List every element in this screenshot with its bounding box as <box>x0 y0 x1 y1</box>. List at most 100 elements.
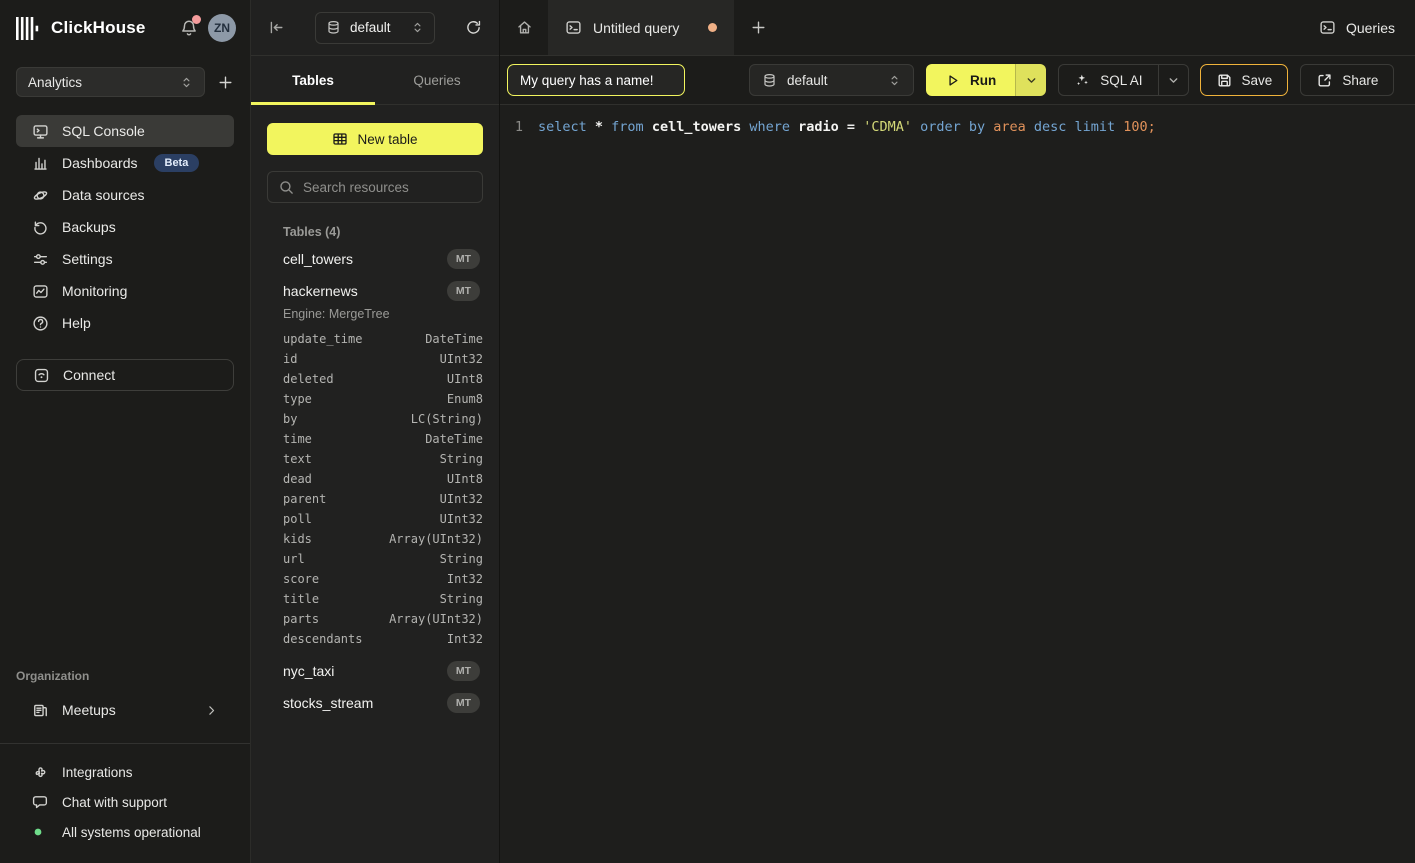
share-label: Share <box>1342 73 1378 88</box>
sql-ai-button[interactable]: SQL AI <box>1059 65 1157 95</box>
workspace-select[interactable]: Analytics <box>16 67 205 97</box>
avatar[interactable]: ZN <box>208 14 236 42</box>
sidebar-item-meetups[interactable]: Meetups <box>16 694 234 726</box>
query-name-input[interactable] <box>507 64 685 96</box>
table-row-stocks-stream[interactable]: stocks_streamMT <box>267 687 483 719</box>
sidebar-item-settings[interactable]: Settings <box>16 243 234 275</box>
query-tabstrip: Untitled query Queries <box>500 0 1415 56</box>
tab-tables[interactable]: Tables <box>251 56 375 104</box>
sidebar-item-help[interactable]: Help <box>16 307 234 339</box>
table-row-hackernews[interactable]: hackernewsMT <box>267 275 483 307</box>
sidebar-item-all-systems-operational[interactable]: All systems operational <box>16 817 234 847</box>
sidebar-item-label: All systems operational <box>62 825 201 840</box>
run-label: Run <box>970 73 996 88</box>
table-name: hackernews <box>283 283 358 299</box>
sidebar-item-monitoring[interactable]: Monitoring <box>16 275 234 307</box>
home-button[interactable] <box>500 0 548 55</box>
connect-wrap: Connect <box>0 339 250 391</box>
new-query-tab-button[interactable] <box>734 0 782 55</box>
column-type: String <box>440 592 483 606</box>
monitoring-icon <box>32 283 49 300</box>
column-row: textString <box>267 449 483 469</box>
column-row: score Int32 <box>267 569 483 589</box>
tab-queries[interactable]: Queries <box>375 56 499 104</box>
sidebar-item-label: Integrations <box>62 765 133 780</box>
sql-ai-button-group: SQL AI <box>1058 64 1188 96</box>
sidebar-divider <box>0 743 250 744</box>
column-name: poll <box>283 512 312 526</box>
chevrons-updown-icon <box>888 74 901 87</box>
sql-editor[interactable]: 1select * from cell_towers where radio =… <box>500 105 1415 863</box>
column-name: score <box>283 572 319 586</box>
sidebar-item-data-sources[interactable]: Data sources <box>16 179 234 211</box>
chevron-down-icon <box>1025 74 1038 87</box>
workspace-row: Analytics <box>0 56 250 109</box>
sidebar-item-sql-console[interactable]: SQL Console <box>16 115 234 147</box>
query-tab[interactable]: Untitled query <box>548 0 734 55</box>
data-sources-icon <box>32 187 49 204</box>
collapse-panel-button[interactable] <box>268 19 285 36</box>
column-name: parent <box>283 492 326 506</box>
sql-ai-options-button[interactable] <box>1158 65 1188 95</box>
save-button[interactable]: Save <box>1200 64 1289 96</box>
column-type: Array(UInt32) <box>389 612 483 626</box>
column-type: Enum8 <box>447 392 483 406</box>
terminal-icon <box>565 19 582 36</box>
column-type: DateTime <box>425 332 483 346</box>
column-row: byLC(String) <box>267 409 483 429</box>
database-icon <box>326 20 341 35</box>
column-row: dead UInt8 <box>267 469 483 489</box>
sparkles-icon <box>1074 72 1090 88</box>
table-engine-badge: MT <box>447 661 480 681</box>
database-select[interactable]: default <box>315 12 435 44</box>
chevron-right-icon <box>205 704 218 717</box>
code-line: select * from cell_towers where radio = … <box>538 117 1156 137</box>
column-row: parentUInt32 <box>267 489 483 509</box>
table-row-nyc-taxi[interactable]: nyc_taxi MT <box>267 655 483 687</box>
sidebar-item-chat-with-support[interactable]: Chat with support <box>16 787 234 817</box>
sidebar-item-label: Meetups <box>62 702 116 718</box>
sql-token: order by <box>920 119 993 135</box>
refresh-button[interactable] <box>465 19 482 36</box>
queries-button[interactable]: Queries <box>1319 19 1395 36</box>
column-type: UInt8 <box>447 472 483 486</box>
table-name: cell_towers <box>283 251 353 267</box>
sql-ai-label: SQL AI <box>1100 73 1142 88</box>
sidebar-item-dashboards[interactable]: DashboardsBeta <box>16 147 234 179</box>
clickhouse-logo-icon <box>16 17 41 40</box>
connect-button[interactable]: Connect <box>16 359 234 391</box>
new-table-button[interactable]: New table <box>267 123 483 155</box>
dashboards-icon <box>32 155 49 172</box>
search-input[interactable] <box>303 180 472 195</box>
column-row: urlString <box>267 549 483 569</box>
sidebar-header: ClickHouse ZN <box>0 0 250 56</box>
column-name: update_time <box>283 332 362 346</box>
table-name: nyc_taxi <box>283 663 334 679</box>
column-row: idUInt32 <box>267 349 483 369</box>
add-workspace-button[interactable] <box>217 74 234 91</box>
sidebar-item-label: Help <box>62 315 91 331</box>
share-button[interactable]: Share <box>1300 64 1394 96</box>
notification-dot <box>192 15 201 24</box>
toolbar-database-select[interactable]: default <box>749 64 914 96</box>
column-type: Int32 <box>447 572 483 586</box>
connect-icon <box>33 367 50 384</box>
sidebar-item-integrations[interactable]: Integrations <box>16 757 234 787</box>
sql-token: * <box>595 119 611 135</box>
run-button[interactable]: Run <box>926 64 1015 96</box>
run-options-button[interactable] <box>1015 64 1046 96</box>
notifications-bell-icon[interactable] <box>180 19 198 37</box>
column-name: dead <box>283 472 312 486</box>
plus-icon <box>750 19 767 36</box>
table-columns: update_time DateTime idUInt32 deleted UInt8 t… <box>267 329 483 655</box>
query-toolbar: default Run SQL AI <box>500 56 1415 105</box>
settings-icon <box>32 251 49 268</box>
sidebar-item-backups[interactable]: Backups <box>16 211 234 243</box>
column-row: titleString <box>267 589 483 609</box>
column-type: DateTime <box>425 432 483 446</box>
column-name: kids <box>283 532 312 546</box>
queries-label: Queries <box>1346 20 1395 36</box>
table-row-cell-towers[interactable]: cell_towersMT <box>267 243 483 275</box>
clickhouse-logo: ClickHouse <box>16 17 146 40</box>
column-name: deleted <box>283 372 334 386</box>
